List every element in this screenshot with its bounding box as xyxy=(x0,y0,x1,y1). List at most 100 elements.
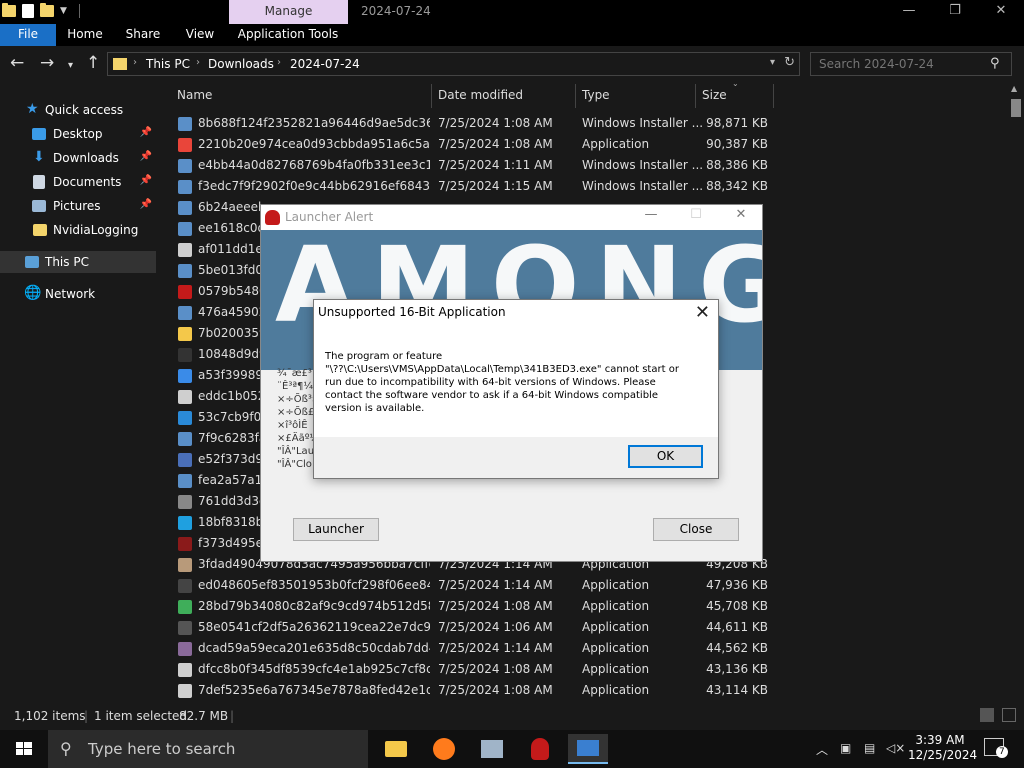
launcher-title-bar: Launcher Alert — ☐ ✕ xyxy=(261,205,762,230)
vertical-scrollbar[interactable]: ▲ xyxy=(1008,82,1024,702)
column-header-name[interactable]: Name xyxy=(177,82,212,108)
details-view-icon[interactable] xyxy=(980,708,994,722)
firefox-taskbar-icon[interactable] xyxy=(424,734,464,764)
show-hidden-icons-chevron-icon[interactable]: ︿ xyxy=(816,741,828,758)
back-arrow-icon[interactable]: ← xyxy=(10,54,24,72)
network-status-icon[interactable]: ▤ xyxy=(864,741,875,755)
dialog-message-line: "\??\C:\Users\VMS\AppData\Local\Temp\341… xyxy=(325,364,679,375)
column-header-date[interactable]: Date modified xyxy=(438,82,523,108)
tab-home[interactable]: Home xyxy=(62,24,108,46)
up-arrow-icon[interactable]: ↑ xyxy=(86,54,100,72)
column-header-size[interactable]: Size xyxy=(702,82,727,108)
nav-nvidialogging[interactable]: NvidiaLogging xyxy=(0,219,156,241)
close-button[interactable]: ✕ xyxy=(726,207,756,222)
folder-icon[interactable] xyxy=(2,3,16,17)
nav-item-label: This PC xyxy=(45,255,89,269)
nav-pictures[interactable]: Pictures 📌 xyxy=(0,195,156,217)
file-name: 2210b20e974cea0d93cbbda951a6c5a758b... xyxy=(198,137,430,151)
file-row[interactable]: f3edc7f9f2902f0e9c44bb62916ef6843cc38...… xyxy=(176,176,776,197)
close-button[interactable]: ✕ xyxy=(978,0,1024,24)
refresh-icon[interactable]: ↻ xyxy=(784,55,795,70)
launcher-taskbar-icon[interactable] xyxy=(568,734,608,764)
breadcrumb-chevron-icon[interactable]: › xyxy=(196,57,200,68)
file-type: Application xyxy=(582,662,650,676)
customize-toolbar-chevron-icon[interactable]: ▼ xyxy=(60,6,67,16)
file-icon xyxy=(178,537,192,551)
nav-documents[interactable]: Documents 📌 xyxy=(0,171,156,193)
address-row: ← → ▾ ↑ › This PC › Downloads › 2024-07-… xyxy=(0,46,1024,82)
nav-desktop[interactable]: Desktop 📌 xyxy=(0,123,156,145)
taskbar-search-box[interactable]: Type here to search xyxy=(48,730,368,768)
address-bar[interactable]: › This PC › Downloads › 2024-07-24 ▾ ↻ xyxy=(107,52,800,76)
dialog-close-icon[interactable]: ✕ xyxy=(695,302,710,323)
minimize-button[interactable]: — xyxy=(636,207,666,222)
launcher-button[interactable]: Launcher xyxy=(293,518,379,541)
address-dropdown-chevron-icon[interactable]: ▾ xyxy=(770,57,775,68)
status-bar: 1,102 items | 1 item selected 82.7 MB | xyxy=(0,702,1024,730)
new-folder-icon[interactable] xyxy=(40,3,54,17)
pin-icon[interactable]: 📌 xyxy=(140,175,152,186)
breadcrumb-chevron-icon[interactable]: › xyxy=(277,57,281,68)
minimize-button[interactable]: — xyxy=(886,0,932,24)
breadcrumb-current-folder[interactable]: 2024-07-24 xyxy=(290,57,360,71)
file-row[interactable]: 7def5235e6a767345e7878a8fed42e1d74e0... 7… xyxy=(176,680,776,701)
column-header-type[interactable]: Type xyxy=(582,82,610,108)
tab-view[interactable]: View xyxy=(178,24,222,46)
column-divider[interactable] xyxy=(773,84,774,108)
file-row[interactable]: 58e0541cf2df5a26362119cea22e7dc9b818... 7… xyxy=(176,617,776,638)
column-divider[interactable] xyxy=(575,84,576,108)
launcher-close-button[interactable]: Close xyxy=(653,518,739,541)
large-icons-view-icon[interactable] xyxy=(1002,708,1016,722)
breadcrumb-this-pc[interactable]: This PC xyxy=(146,57,190,71)
file-row[interactable]: dfcc8b0f345df8539cfc4e1ab925c7cf8d21e...… xyxy=(176,659,776,680)
nav-quick-access[interactable]: Quick access ★ xyxy=(0,99,156,121)
forward-arrow-icon[interactable]: → xyxy=(40,54,54,72)
maximize-button: ☐ xyxy=(690,207,702,222)
file-row[interactable]: 2210b20e974cea0d93cbbda951a6c5a758b... 7/… xyxy=(176,134,776,155)
file-row[interactable]: dcad59a59eca201e635d8c50cdab7dd4914... 7/… xyxy=(176,638,776,659)
notification-center-icon[interactable]: 7 xyxy=(984,738,1008,758)
file-explorer-taskbar-icon[interactable] xyxy=(376,734,416,764)
file-icon xyxy=(178,600,192,614)
column-divider[interactable] xyxy=(695,84,696,108)
volume-muted-icon[interactable]: ◁× xyxy=(886,741,905,755)
breadcrumb-downloads[interactable]: Downloads xyxy=(208,57,274,71)
folder-icon xyxy=(113,58,127,70)
file-icon xyxy=(178,558,192,572)
file-date: 7/25/2024 1:14 AM xyxy=(438,641,553,655)
nav-downloads[interactable]: ⬇ Downloads 📌 xyxy=(0,147,156,169)
nav-this-pc[interactable]: This PC xyxy=(0,251,156,273)
restore-button[interactable]: ❐ xyxy=(932,0,978,24)
scrollbar-thumb[interactable] xyxy=(1011,99,1021,117)
properties-icon[interactable] xyxy=(22,4,34,18)
file-row[interactable]: 8b688f124f2352821a96446d9ae5dc369938... 7… xyxy=(176,113,776,134)
shield-icon[interactable]: ▣ xyxy=(840,741,851,755)
file-row[interactable]: ed048605ef83501953b0fcf298f06ee84b80a...… xyxy=(176,575,776,596)
file-row[interactable]: e4bb44a0d82768769b4fa0fb331ee3c19e90... 7… xyxy=(176,155,776,176)
scroll-up-icon[interactable]: ▲ xyxy=(1011,84,1017,93)
pin-icon[interactable]: 📌 xyxy=(140,199,152,210)
pin-icon[interactable]: 📌 xyxy=(140,151,152,162)
breadcrumb-chevron-icon[interactable]: › xyxy=(133,57,137,68)
selected-size: 82.7 MB xyxy=(179,709,229,723)
column-divider[interactable] xyxy=(431,84,432,108)
sort-chevron-icon: ⌄ xyxy=(732,79,739,88)
file-size: 90,387 KB xyxy=(706,137,768,151)
search-input[interactable] xyxy=(810,52,1012,76)
search-icon[interactable]: ⚲ xyxy=(990,56,1000,71)
tab-application-tools[interactable]: Application Tools xyxy=(236,24,340,46)
app-taskbar-icon[interactable] xyxy=(472,734,512,764)
tab-share[interactable]: Share xyxy=(120,24,166,46)
nav-network[interactable]: 🌐 Network xyxy=(0,283,156,305)
pin-icon[interactable]: 📌 xyxy=(140,127,152,138)
among-us-taskbar-icon[interactable] xyxy=(520,734,560,764)
recent-locations-chevron-icon[interactable]: ▾ xyxy=(68,57,73,75)
title-bar: ▼ Manage 2024-07-24 — ❐ ✕ xyxy=(0,0,1024,24)
start-button[interactable] xyxy=(0,730,48,768)
ok-button[interactable]: OK xyxy=(628,445,703,468)
system-clock[interactable]: 3:39 AM 12/25/2024 xyxy=(908,733,977,763)
selected-count: 1 item selected xyxy=(94,709,188,723)
tab-file[interactable]: File xyxy=(0,24,56,46)
manage-tab[interactable]: Manage xyxy=(229,0,348,24)
file-row[interactable]: 28bd79b34080c82af9c9cd974b512d58c4b... 7/… xyxy=(176,596,776,617)
